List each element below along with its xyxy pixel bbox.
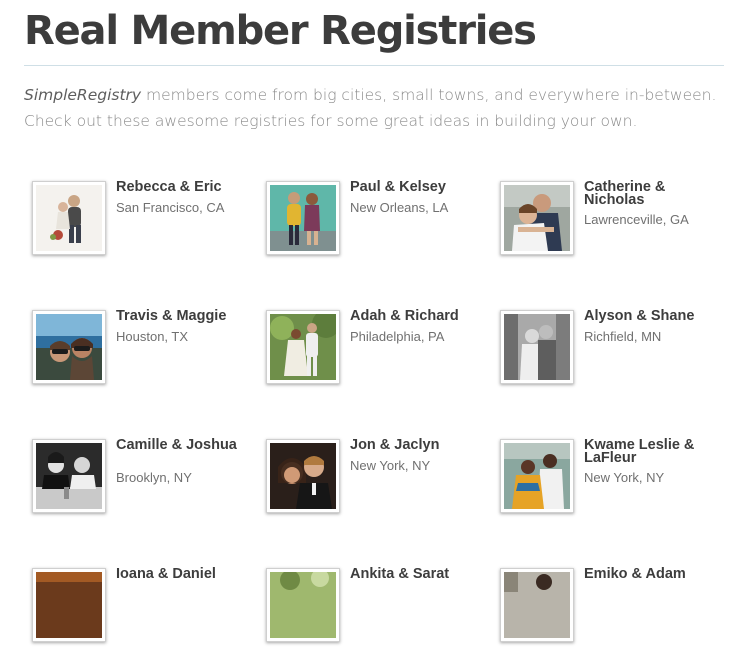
registry-card[interactable]: Ankita & Sarat	[266, 567, 496, 648]
registry-location: Philadelphia, PA	[350, 329, 445, 344]
registry-card[interactable]: Alyson & Shane Richfield, MN	[500, 309, 730, 390]
registry-location: San Francisco, CA	[116, 200, 225, 215]
registry-name[interactable]: Kwame Leslie & LaFleur	[584, 438, 724, 466]
intro-brand: SimpleRegistry	[24, 86, 142, 104]
registry-name[interactable]: Emiko & Adam	[584, 567, 724, 582]
registry-card[interactable]: Camille & Joshua Brooklyn, NY	[32, 438, 262, 519]
registry-photo[interactable]	[32, 568, 106, 642]
registry-location: New York, NY	[350, 458, 431, 473]
registry-card[interactable]: Jon & Jaclyn New York, NY	[266, 438, 496, 519]
registry-location: Brooklyn, NY	[116, 470, 192, 485]
registry-photo[interactable]	[266, 439, 340, 513]
registry-location: Lawrenceville, GA	[584, 212, 689, 227]
registry-photo[interactable]	[500, 439, 574, 513]
registry-photo[interactable]	[266, 181, 340, 255]
registry-card[interactable]: Ioana & Daniel	[32, 567, 262, 648]
registry-card[interactable]: Emiko & Adam	[500, 567, 730, 648]
title-divider	[24, 65, 724, 66]
registry-location: New Orleans, LA	[350, 200, 449, 215]
registry-card[interactable]: Paul & Kelsey New Orleans, LA	[266, 180, 496, 261]
registry-name[interactable]: Alyson & Shane	[584, 309, 724, 324]
intro-text: SimpleRegistry members come from big cit…	[24, 82, 734, 134]
registry-card[interactable]: Catherine & Nicholas Lawrenceville, GA	[500, 180, 730, 261]
registry-photo[interactable]	[32, 310, 106, 384]
registry-name[interactable]: Jon & Jaclyn	[350, 438, 490, 453]
registry-location: New York, NY	[584, 470, 665, 485]
registry-card[interactable]: Rebecca & Eric San Francisco, CA	[32, 180, 262, 261]
registry-photo[interactable]	[500, 310, 574, 384]
registry-card[interactable]: Kwame Leslie & LaFleur New York, NY	[500, 438, 730, 519]
registry-name[interactable]: Catherine & Nicholas	[584, 180, 724, 208]
registry-location: Richfield, MN	[584, 329, 662, 344]
registry-location: Houston, TX	[116, 329, 189, 344]
registry-photo[interactable]	[266, 568, 340, 642]
registry-name[interactable]: Paul & Kelsey	[350, 180, 490, 195]
registry-photo[interactable]	[32, 439, 106, 513]
registry-photo[interactable]	[32, 181, 106, 255]
registry-name[interactable]: Camille & Joshua	[116, 438, 256, 453]
registry-name[interactable]: Rebecca & Eric	[116, 180, 256, 195]
registry-photo[interactable]	[266, 310, 340, 384]
registry-card[interactable]: Adah & Richard Philadelphia, PA	[266, 309, 496, 390]
page: Real Member Registries SimpleRegistry me…	[0, 0, 750, 642]
registry-photo[interactable]	[500, 181, 574, 255]
page-title: Real Member Registries	[24, 8, 537, 54]
registry-name[interactable]: Adah & Richard	[350, 309, 490, 324]
registry-photo[interactable]	[500, 568, 574, 642]
registry-card[interactable]: Travis & Maggie Houston, TX	[32, 309, 262, 390]
registry-name[interactable]: Ankita & Sarat	[350, 567, 490, 582]
registry-name[interactable]: Ioana & Daniel	[116, 567, 256, 582]
registry-name[interactable]: Travis & Maggie	[116, 309, 256, 324]
